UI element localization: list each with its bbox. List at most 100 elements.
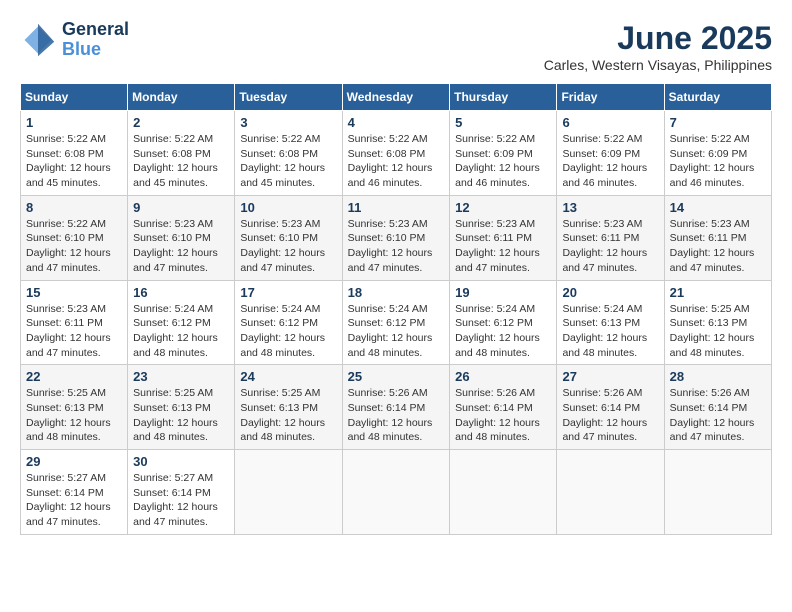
day-info: Sunrise: 5:24 AM Sunset: 6:12 PM Dayligh… <box>348 302 445 361</box>
daylight-text: Daylight: 12 hours and 48 minutes. <box>455 331 551 360</box>
calendar-week-row: 1 Sunrise: 5:22 AM Sunset: 6:08 PM Dayli… <box>21 111 772 196</box>
calendar-day-cell <box>450 450 557 535</box>
daylight-text: Daylight: 12 hours and 48 minutes. <box>670 331 766 360</box>
day-number: 20 <box>562 285 658 300</box>
daylight-text: Daylight: 12 hours and 47 minutes. <box>133 500 229 529</box>
daylight-text: Daylight: 12 hours and 48 minutes. <box>562 331 658 360</box>
sunset-text: Sunset: 6:12 PM <box>240 316 336 331</box>
calendar-day-cell: 17 Sunrise: 5:24 AM Sunset: 6:12 PM Dayl… <box>235 280 342 365</box>
sunset-text: Sunset: 6:13 PM <box>133 401 229 416</box>
daylight-text: Daylight: 12 hours and 47 minutes. <box>240 246 336 275</box>
sunrise-text: Sunrise: 5:26 AM <box>670 386 766 401</box>
day-number: 24 <box>240 369 336 384</box>
calendar-day-header: Sunday <box>21 84 128 111</box>
calendar-day-header: Saturday <box>664 84 771 111</box>
calendar-day-header: Friday <box>557 84 664 111</box>
day-number: 13 <box>562 200 658 215</box>
daylight-text: Daylight: 12 hours and 47 minutes. <box>133 246 229 275</box>
sunrise-text: Sunrise: 5:27 AM <box>133 471 229 486</box>
daylight-text: Daylight: 12 hours and 47 minutes. <box>26 500 122 529</box>
sunset-text: Sunset: 6:10 PM <box>240 231 336 246</box>
calendar-week-row: 8 Sunrise: 5:22 AM Sunset: 6:10 PM Dayli… <box>21 195 772 280</box>
calendar-day-cell: 4 Sunrise: 5:22 AM Sunset: 6:08 PM Dayli… <box>342 111 450 196</box>
day-info: Sunrise: 5:26 AM Sunset: 6:14 PM Dayligh… <box>455 386 551 445</box>
calendar-day-cell: 20 Sunrise: 5:24 AM Sunset: 6:13 PM Dayl… <box>557 280 664 365</box>
day-info: Sunrise: 5:26 AM Sunset: 6:14 PM Dayligh… <box>670 386 766 445</box>
sunrise-text: Sunrise: 5:24 AM <box>133 302 229 317</box>
sunrise-text: Sunrise: 5:24 AM <box>348 302 445 317</box>
sunset-text: Sunset: 6:12 PM <box>133 316 229 331</box>
day-number: 5 <box>455 115 551 130</box>
day-number: 19 <box>455 285 551 300</box>
daylight-text: Daylight: 12 hours and 48 minutes. <box>26 416 122 445</box>
sunset-text: Sunset: 6:13 PM <box>670 316 766 331</box>
day-info: Sunrise: 5:22 AM Sunset: 6:10 PM Dayligh… <box>26 217 122 276</box>
sunrise-text: Sunrise: 5:22 AM <box>455 132 551 147</box>
sunrise-text: Sunrise: 5:27 AM <box>26 471 122 486</box>
day-info: Sunrise: 5:23 AM Sunset: 6:11 PM Dayligh… <box>670 217 766 276</box>
calendar-day-cell: 18 Sunrise: 5:24 AM Sunset: 6:12 PM Dayl… <box>342 280 450 365</box>
day-number: 4 <box>348 115 445 130</box>
daylight-text: Daylight: 12 hours and 47 minutes. <box>562 246 658 275</box>
day-info: Sunrise: 5:27 AM Sunset: 6:14 PM Dayligh… <box>133 471 229 530</box>
sunset-text: Sunset: 6:14 PM <box>562 401 658 416</box>
daylight-text: Daylight: 12 hours and 46 minutes. <box>670 161 766 190</box>
sunrise-text: Sunrise: 5:25 AM <box>26 386 122 401</box>
sunrise-text: Sunrise: 5:24 AM <box>240 302 336 317</box>
day-number: 1 <box>26 115 122 130</box>
sunrise-text: Sunrise: 5:26 AM <box>455 386 551 401</box>
day-number: 15 <box>26 285 122 300</box>
day-number: 8 <box>26 200 122 215</box>
calendar-day-cell: 23 Sunrise: 5:25 AM Sunset: 6:13 PM Dayl… <box>128 365 235 450</box>
calendar-day-cell: 25 Sunrise: 5:26 AM Sunset: 6:14 PM Dayl… <box>342 365 450 450</box>
day-number: 16 <box>133 285 229 300</box>
day-info: Sunrise: 5:23 AM Sunset: 6:11 PM Dayligh… <box>26 302 122 361</box>
sunrise-text: Sunrise: 5:23 AM <box>240 217 336 232</box>
daylight-text: Daylight: 12 hours and 45 minutes. <box>133 161 229 190</box>
day-number: 14 <box>670 200 766 215</box>
daylight-text: Daylight: 12 hours and 47 minutes. <box>26 331 122 360</box>
sunrise-text: Sunrise: 5:23 AM <box>133 217 229 232</box>
calendar-day-cell: 13 Sunrise: 5:23 AM Sunset: 6:11 PM Dayl… <box>557 195 664 280</box>
day-number: 3 <box>240 115 336 130</box>
day-info: Sunrise: 5:26 AM Sunset: 6:14 PM Dayligh… <box>348 386 445 445</box>
sunset-text: Sunset: 6:12 PM <box>455 316 551 331</box>
sunrise-text: Sunrise: 5:22 AM <box>26 132 122 147</box>
sunset-text: Sunset: 6:13 PM <box>240 401 336 416</box>
day-number: 28 <box>670 369 766 384</box>
day-number: 27 <box>562 369 658 384</box>
sunset-text: Sunset: 6:12 PM <box>348 316 445 331</box>
day-info: Sunrise: 5:26 AM Sunset: 6:14 PM Dayligh… <box>562 386 658 445</box>
calendar-week-row: 22 Sunrise: 5:25 AM Sunset: 6:13 PM Dayl… <box>21 365 772 450</box>
sunrise-text: Sunrise: 5:22 AM <box>348 132 445 147</box>
sunrise-text: Sunrise: 5:26 AM <box>562 386 658 401</box>
sunset-text: Sunset: 6:08 PM <box>240 147 336 162</box>
calendar-day-cell: 6 Sunrise: 5:22 AM Sunset: 6:09 PM Dayli… <box>557 111 664 196</box>
day-info: Sunrise: 5:24 AM Sunset: 6:12 PM Dayligh… <box>240 302 336 361</box>
daylight-text: Daylight: 12 hours and 47 minutes. <box>562 416 658 445</box>
daylight-text: Daylight: 12 hours and 47 minutes. <box>670 246 766 275</box>
day-number: 23 <box>133 369 229 384</box>
day-info: Sunrise: 5:23 AM Sunset: 6:11 PM Dayligh… <box>455 217 551 276</box>
sunset-text: Sunset: 6:14 PM <box>26 486 122 501</box>
sunrise-text: Sunrise: 5:22 AM <box>26 217 122 232</box>
page-header: General Blue June 2025 Carles, Western V… <box>20 20 772 73</box>
sunset-text: Sunset: 6:14 PM <box>133 486 229 501</box>
daylight-text: Daylight: 12 hours and 46 minutes. <box>562 161 658 190</box>
calendar-day-cell: 26 Sunrise: 5:26 AM Sunset: 6:14 PM Dayl… <box>450 365 557 450</box>
calendar-day-cell: 8 Sunrise: 5:22 AM Sunset: 6:10 PM Dayli… <box>21 195 128 280</box>
day-info: Sunrise: 5:23 AM Sunset: 6:11 PM Dayligh… <box>562 217 658 276</box>
calendar-day-cell: 29 Sunrise: 5:27 AM Sunset: 6:14 PM Dayl… <box>21 450 128 535</box>
sunset-text: Sunset: 6:11 PM <box>562 231 658 246</box>
day-info: Sunrise: 5:22 AM Sunset: 6:08 PM Dayligh… <box>348 132 445 191</box>
location: Carles, Western Visayas, Philippines <box>544 57 772 73</box>
day-info: Sunrise: 5:24 AM Sunset: 6:12 PM Dayligh… <box>455 302 551 361</box>
day-info: Sunrise: 5:23 AM Sunset: 6:10 PM Dayligh… <box>348 217 445 276</box>
logo: General Blue <box>20 20 129 60</box>
calendar-week-row: 29 Sunrise: 5:27 AM Sunset: 6:14 PM Dayl… <box>21 450 772 535</box>
day-number: 9 <box>133 200 229 215</box>
daylight-text: Daylight: 12 hours and 47 minutes. <box>455 246 551 275</box>
sunrise-text: Sunrise: 5:22 AM <box>133 132 229 147</box>
calendar-day-cell: 11 Sunrise: 5:23 AM Sunset: 6:10 PM Dayl… <box>342 195 450 280</box>
day-number: 21 <box>670 285 766 300</box>
